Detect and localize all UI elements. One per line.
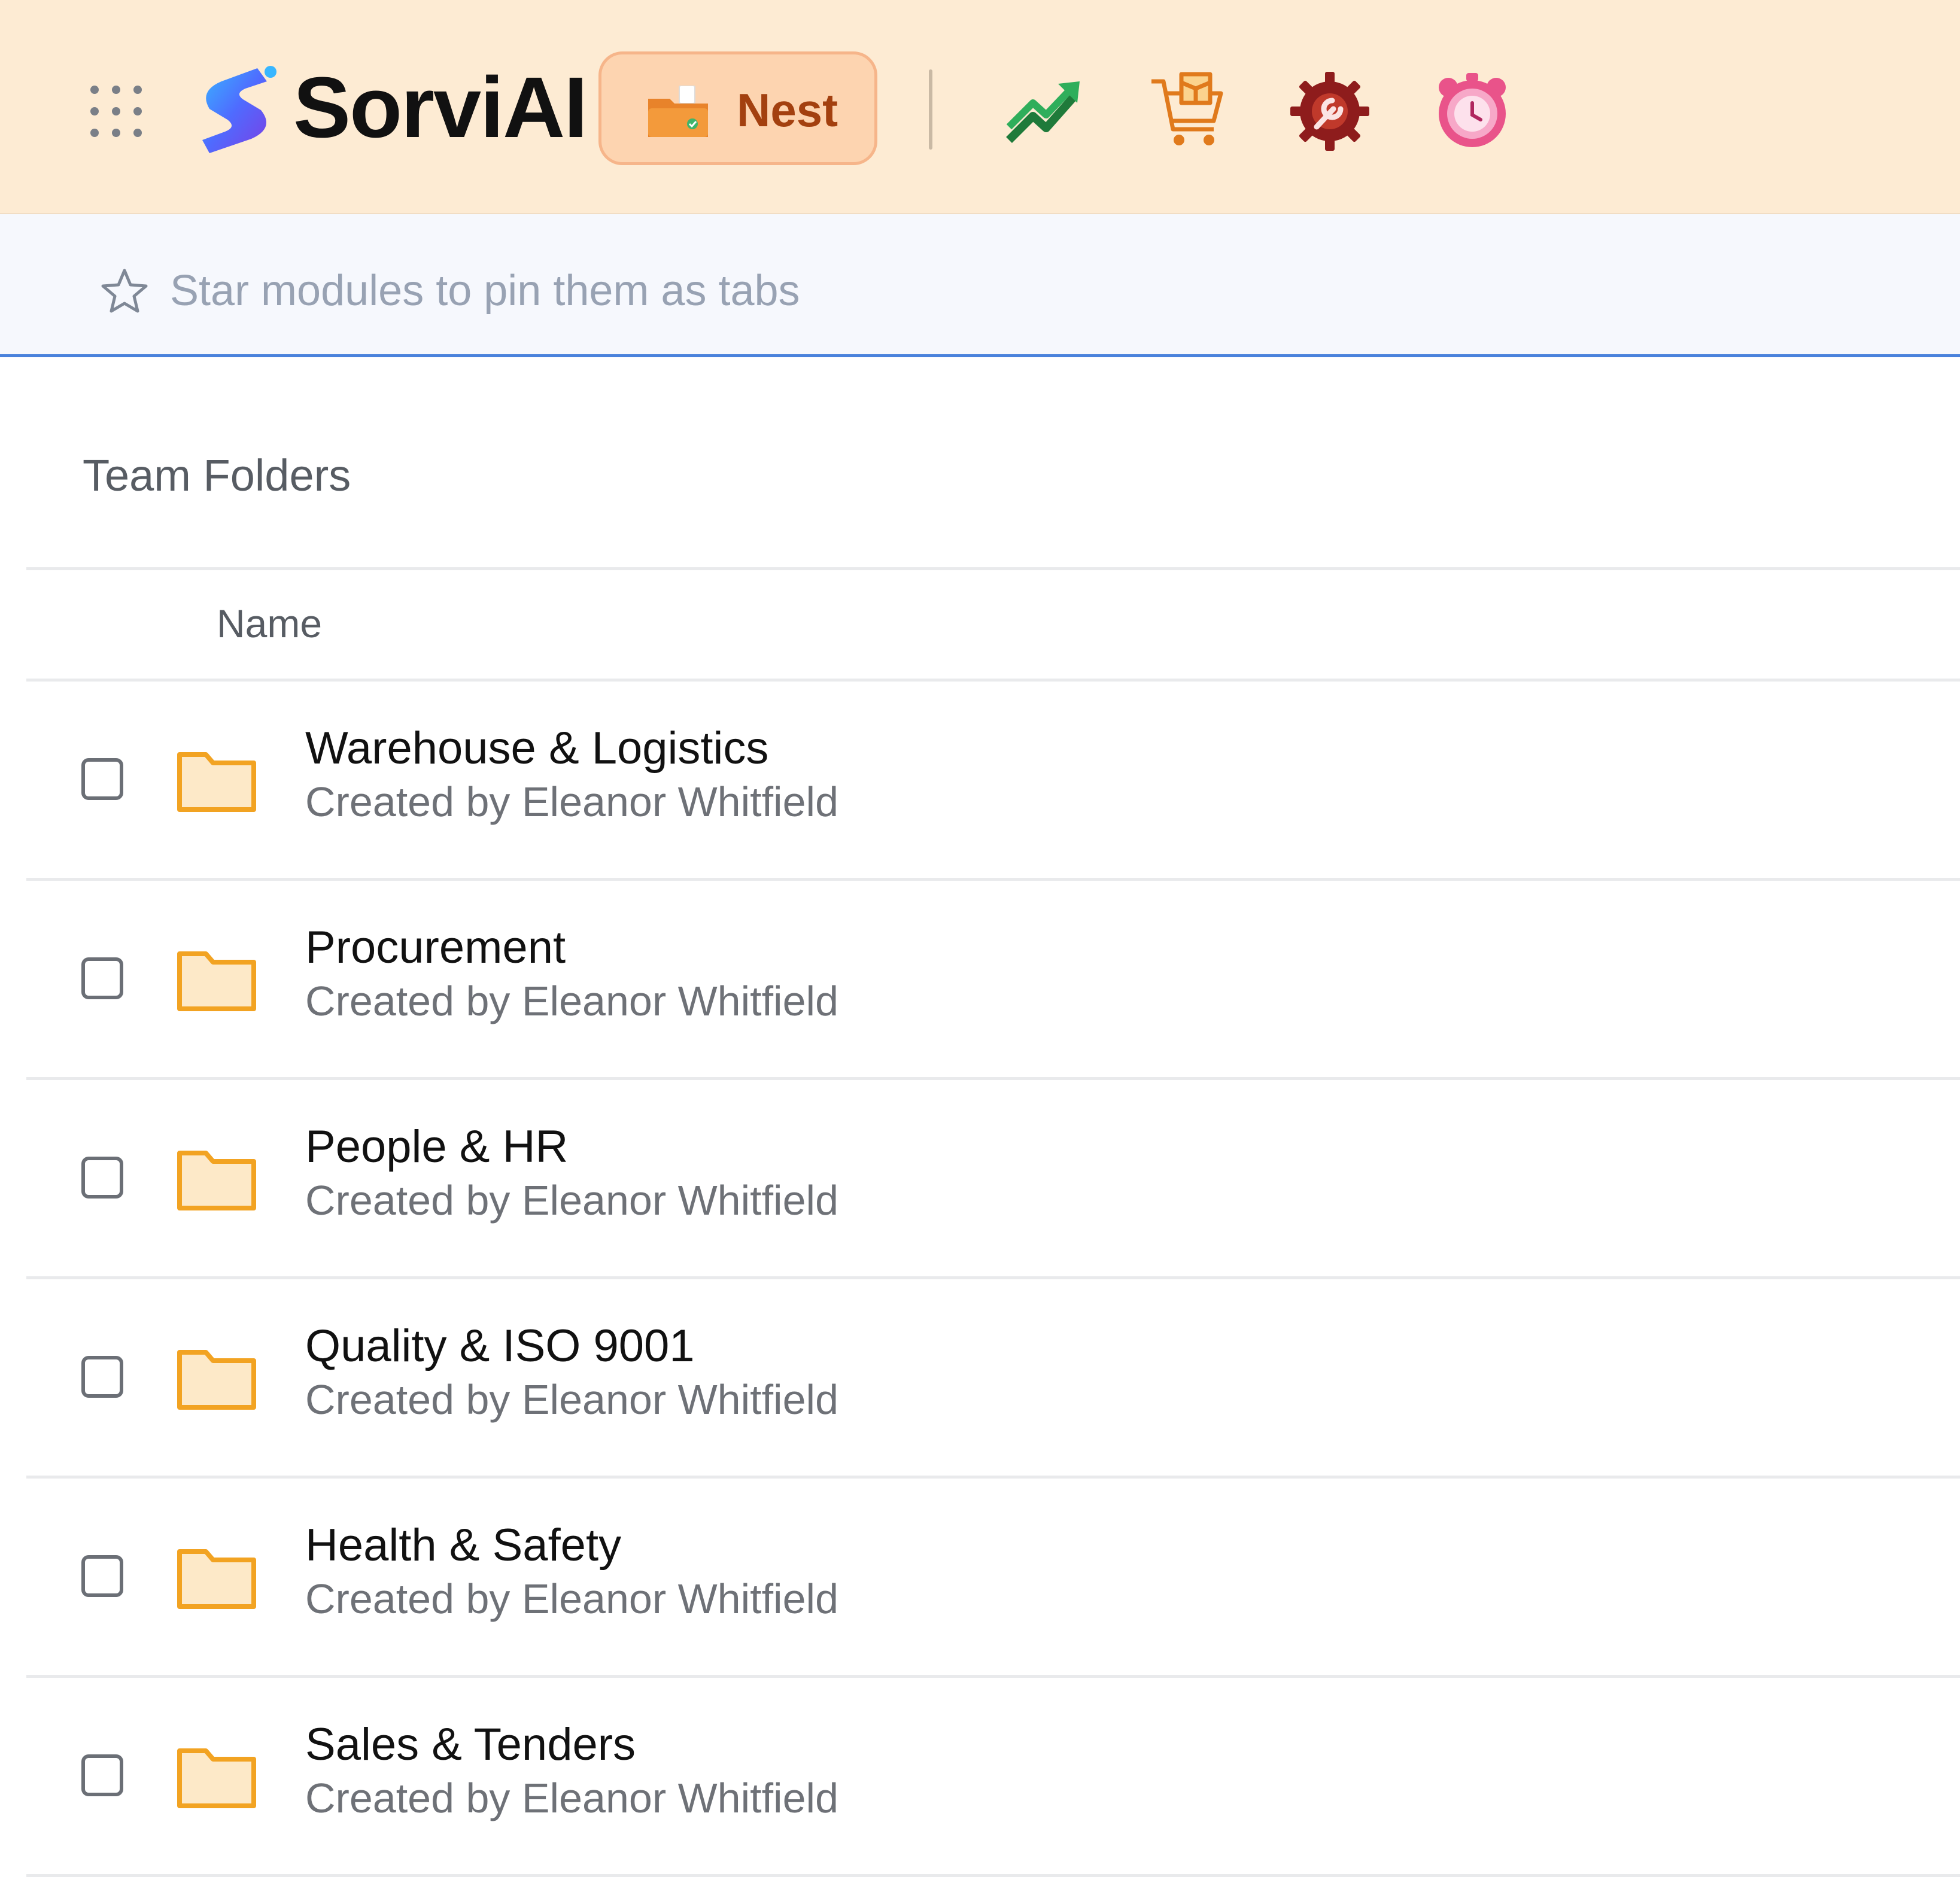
row-checkbox[interactable]	[81, 1157, 123, 1199]
folder-name[interactable]: Warehouse & Logistics	[305, 722, 768, 775]
folder-name[interactable]: People & HR	[305, 1121, 568, 1173]
section-title: Team Folders	[83, 451, 351, 500]
folder-icon	[176, 1744, 257, 1809]
row-checkbox[interactable]	[81, 1754, 123, 1796]
row-checkbox[interactable]	[81, 1555, 123, 1597]
folder-created-by: Created by Eleanor Whitfield	[305, 1177, 838, 1224]
folder-name[interactable]: Sales & Tenders	[305, 1718, 636, 1771]
nest-app-button[interactable]: Nest	[598, 51, 877, 165]
folder-name[interactable]: Procurement	[305, 921, 566, 974]
folder-box-icon	[646, 85, 712, 139]
folder-row[interactable]: Health & Safety Created by Eleanor Whitf…	[26, 1479, 1960, 1675]
row-checkbox[interactable]	[81, 758, 123, 800]
alarm-clock-icon[interactable]	[1430, 69, 1514, 153]
folder-name[interactable]: Quality & ISO 9001	[305, 1320, 695, 1373]
folder-icon	[176, 1345, 257, 1411]
app-launcher-grid-icon[interactable]	[87, 83, 145, 140]
folder-row[interactable]: Warehouse & Logistics Created by Eleanor…	[26, 682, 1960, 878]
folder-row[interactable]: Procurement Created by Eleanor Whitfield	[26, 881, 1960, 1077]
folder-icon	[176, 1146, 257, 1212]
sorviai-logo-icon[interactable]	[186, 57, 287, 159]
star-icon[interactable]	[101, 267, 148, 315]
pin-modules-hint: Star modules to pin them as tabs	[170, 267, 800, 315]
folder-created-by: Created by Eleanor Whitfield	[305, 1575, 838, 1622]
folder-icon	[176, 1544, 257, 1610]
nest-app-label: Nest	[737, 84, 838, 136]
folder-row[interactable]: People & HR Created by Eleanor Whitfield	[26, 1080, 1960, 1276]
folder-row[interactable]: Quality & ISO 9001 Created by Eleanor Wh…	[26, 1279, 1960, 1476]
folder-row[interactable]: Sales & Tenders Created by Eleanor Whitf…	[26, 1678, 1960, 1874]
column-header-name[interactable]: Name	[217, 600, 322, 647]
folder-created-by: Created by Eleanor Whitfield	[305, 978, 838, 1024]
trending-up-icon[interactable]	[1003, 69, 1087, 153]
row-checkbox[interactable]	[81, 957, 123, 999]
folder-icon	[176, 947, 257, 1012]
folder-name[interactable]: Health & Safety	[305, 1519, 621, 1572]
brand-name: SorviAI	[293, 59, 588, 156]
divider	[26, 1874, 1960, 1877]
gear-wrench-icon[interactable]	[1288, 69, 1372, 153]
top-bar: SorviAI Nest	[0, 0, 1960, 214]
folder-created-by: Created by Eleanor Whitfield	[305, 778, 838, 825]
header-divider	[929, 69, 932, 150]
folder-created-by: Created by Eleanor Whitfield	[305, 1775, 838, 1821]
folder-created-by: Created by Eleanor Whitfield	[305, 1376, 838, 1423]
divider	[26, 567, 1960, 570]
row-checkbox[interactable]	[81, 1356, 123, 1398]
folder-icon	[176, 747, 257, 813]
shopping-cart-box-icon[interactable]	[1147, 69, 1230, 153]
pinned-tabs-bar: Star modules to pin them as tabs	[0, 214, 1960, 357]
